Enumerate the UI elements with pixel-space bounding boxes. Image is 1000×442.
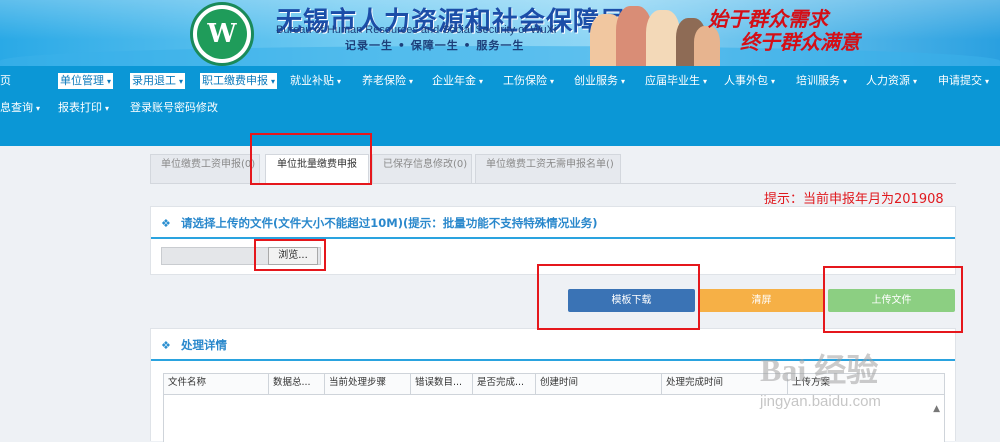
nav-item-r1-11[interactable]: 培训服务 ▾ xyxy=(796,73,847,89)
nav-item-r1-3[interactable]: 职工缴费申报 ▾ xyxy=(200,73,278,89)
nav-item-label: 应届毕业生 xyxy=(645,74,700,87)
chevron-down-icon: ▾ xyxy=(409,77,414,86)
scroll-up-icon[interactable]: ▲ xyxy=(933,404,940,414)
tab-batch-declaration[interactable]: 单位批量缴费申报 xyxy=(265,154,369,184)
upload-panel: ❖ 请选择上传的文件(文件大小不能超过10M)(提示：批量功能不支持特殊情况业务… xyxy=(150,206,956,275)
chevron-down-icon: ▾ xyxy=(771,77,776,86)
chevron-down-icon: ▾ xyxy=(105,104,110,113)
slogan-line-2: 终于群众满意 xyxy=(740,30,860,54)
nav-item-r2-1[interactable]: 报表打印 ▾ xyxy=(58,100,109,116)
chevron-down-icon: ▾ xyxy=(271,77,276,86)
nav-item-label: 登录账号密码修改 xyxy=(130,101,218,114)
period-hint: 提示：当前申报年月为201908 xyxy=(764,192,944,207)
chevron-down-icon: ▾ xyxy=(843,77,848,86)
nav-item-r2-2[interactable]: 登录账号密码修改 xyxy=(130,100,218,116)
nav-item-label: 录用退工 xyxy=(132,74,176,87)
tab-saved-modify[interactable]: 已保存信息修改(0) xyxy=(372,154,472,184)
tab-salary-declaration[interactable]: 单位缴费工资申报(0) xyxy=(150,154,260,184)
nav-item-label: 报表打印 xyxy=(58,101,102,114)
nav-item-label: 人力资源 xyxy=(866,74,910,87)
diamond-icon: ❖ xyxy=(161,339,171,352)
col-current-step[interactable]: 当前处理步骤 xyxy=(325,374,411,395)
details-panel-title: 处理详情 xyxy=(181,338,227,352)
site-motto: 记录一生 • 保障一生 • 服务一生 xyxy=(345,39,525,52)
chevron-down-icon: ▾ xyxy=(621,77,626,86)
details-panel: ❖ 处理详情 文件名称 数据总... 当前处理步骤 错误数目... 是否完成..… xyxy=(150,328,956,442)
main-nav: 页单位管理 ▾ 录用退工 ▾ 职工缴费申报 ▾ 就业补贴 ▾ 养老保险 ▾ 企业年金 ▾ 工伤保险 ▾ 创业… xyxy=(0,66,1000,146)
nav-item-r1-9[interactable]: 应届毕业生 ▾ xyxy=(645,73,707,89)
nav-item-label: 工伤保险 xyxy=(503,74,547,87)
col-created-time[interactable]: 创建时间 xyxy=(536,374,662,395)
nav-item-r1-12[interactable]: 人力资源 ▾ xyxy=(866,73,917,89)
col-finished-time[interactable]: 处理完成时间 xyxy=(662,374,788,395)
chevron-down-icon: ▾ xyxy=(337,77,342,86)
chevron-down-icon: ▾ xyxy=(550,77,555,86)
nav-item-r1-8[interactable]: 创业服务 ▾ xyxy=(574,73,625,89)
clear-screen-button[interactable]: 清屏 xyxy=(698,289,825,312)
nav-item-r2-0[interactable]: 息查询 ▾ xyxy=(0,100,40,116)
tab-no-declare-list[interactable]: 单位缴费工资无需申报名单() xyxy=(475,154,621,184)
nav-item-label: 页 xyxy=(0,74,11,87)
nav-item-r1-5[interactable]: 养老保险 ▾ xyxy=(362,73,413,89)
chevron-down-icon: ▾ xyxy=(985,77,990,86)
header-banner: W 无锡市人力资源和社会保障局 Bureau of Human Resource… xyxy=(0,0,1000,66)
family-photo xyxy=(590,0,720,66)
site-title-english: Bureau of Human Resources and Social Sec… xyxy=(276,24,557,36)
nav-item-r1-13[interactable]: 申请提交 ▾ xyxy=(938,73,989,89)
nav-item-label: 就业补贴 xyxy=(290,74,334,87)
chevron-down-icon: ▾ xyxy=(913,77,918,86)
nav-item-r1-6[interactable]: 企业年金 ▾ xyxy=(432,73,483,89)
col-error-count[interactable]: 错误数目... xyxy=(411,374,473,395)
nav-item-r1-4[interactable]: 就业补贴 ▾ xyxy=(290,73,341,89)
diamond-icon: ❖ xyxy=(161,217,171,230)
download-template-button[interactable]: 模板下载 xyxy=(568,289,695,312)
nav-item-label: 养老保险 xyxy=(362,74,406,87)
chevron-down-icon: ▾ xyxy=(179,77,184,86)
nav-item-label: 企业年金 xyxy=(432,74,476,87)
chevron-down-icon: ▾ xyxy=(36,104,41,113)
upload-file-button[interactable]: 上传文件 xyxy=(828,289,955,312)
tab-divider xyxy=(150,183,956,184)
col-file-name[interactable]: 文件名称 xyxy=(164,374,269,395)
details-panel-header: ❖ 处理详情 xyxy=(151,329,955,361)
upload-panel-header: ❖ 请选择上传的文件(文件大小不能超过10M)(提示：批量功能不支持特殊情况业务… xyxy=(151,207,955,239)
nav-item-label: 申请提交 xyxy=(938,74,982,87)
nav-item-r1-2[interactable]: 录用退工 ▾ xyxy=(130,73,186,89)
browse-button[interactable]: 浏览... xyxy=(268,247,318,265)
nav-item-label: 人事外包 xyxy=(724,74,768,87)
col-upload-plan[interactable]: 上传方案 xyxy=(788,374,946,395)
chevron-down-icon: ▾ xyxy=(107,77,112,86)
nav-item-r1-1[interactable]: 单位管理 ▾ xyxy=(58,73,114,89)
bureau-logo: W xyxy=(190,2,254,66)
chevron-down-icon: ▾ xyxy=(703,77,708,86)
nav-item-label: 职工缴费申报 xyxy=(202,74,268,87)
nav-item-label: 培训服务 xyxy=(796,74,840,87)
nav-item-label: 单位管理 xyxy=(60,74,104,87)
col-is-complete[interactable]: 是否完成... xyxy=(473,374,536,395)
nav-item-label: 创业服务 xyxy=(574,74,618,87)
logo-letter: W xyxy=(197,9,247,59)
nav-item-label: 息查询 xyxy=(0,101,33,114)
col-data-total[interactable]: 数据总... xyxy=(269,374,325,395)
details-table-header: 文件名称 数据总... 当前处理步骤 错误数目... 是否完成... 创建时间 … xyxy=(164,374,944,395)
chevron-down-icon: ▾ xyxy=(479,77,484,86)
upload-panel-title: 请选择上传的文件(文件大小不能超过10M)(提示：批量功能不支持特殊情况业务) xyxy=(181,216,598,230)
details-table: 文件名称 数据总... 当前处理步骤 错误数目... 是否完成... 创建时间 … xyxy=(163,373,945,442)
nav-item-r1-7[interactable]: 工伤保险 ▾ xyxy=(503,73,554,89)
nav-item-r1-10[interactable]: 人事外包 ▾ xyxy=(724,73,775,89)
nav-item-r1-0[interactable]: 页 xyxy=(0,73,11,89)
